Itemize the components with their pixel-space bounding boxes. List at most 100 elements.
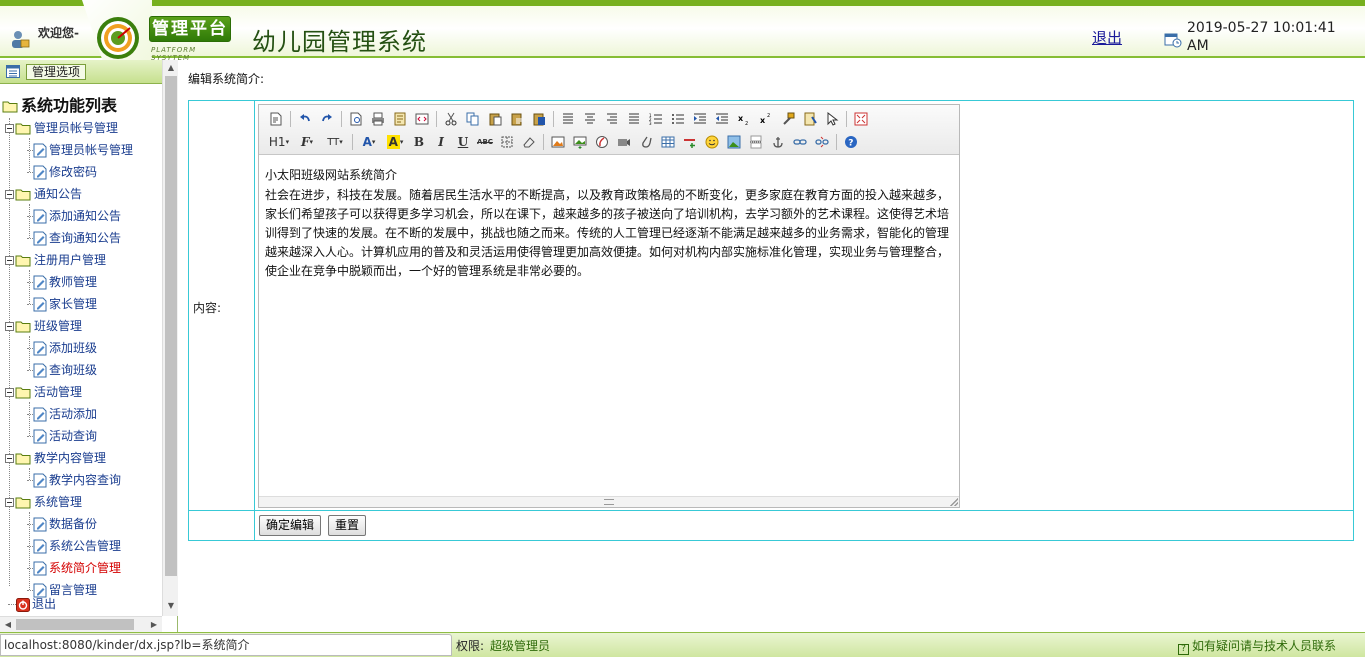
emoticon-icon[interactable] [701,132,723,152]
subscript-icon[interactable]: x2 [733,109,755,129]
sidebar-item[interactable]: 家长管理 [27,294,97,314]
collapse-icon[interactable] [5,388,14,397]
sidebar-group[interactable]: 教学内容管理 [5,448,106,468]
collapse-icon[interactable] [5,124,14,133]
border-icon[interactable] [496,132,518,152]
collapse-icon[interactable] [5,498,14,507]
code-icon[interactable] [411,109,433,129]
superscript-icon[interactable]: x2 [755,109,777,129]
user-icon [12,31,30,48]
sidebar-item[interactable]: 系统公告管理 [27,536,121,556]
scroll-left-icon[interactable]: ◀ [0,617,16,633]
sidebar-group[interactable]: 通知公告 [5,184,82,204]
permission-label: 权限: [456,639,485,653]
logout-link[interactable]: 退出 [1092,27,1122,48]
page-break-icon[interactable] [745,132,767,152]
align-left-icon[interactable] [557,109,579,129]
insert-media-icon[interactable] [613,132,635,152]
scroll-up-icon[interactable]: ▲ [163,60,179,76]
select-all-icon[interactable] [799,109,821,129]
align-center-icon[interactable] [579,109,601,129]
underline-button[interactable]: U [452,132,474,152]
paste-icon[interactable] [484,109,506,129]
strikethrough-button[interactable]: ABC [474,132,496,152]
sidebar-item[interactable]: 活动查询 [27,426,97,446]
copy-icon[interactable] [462,109,484,129]
sidebar-group[interactable]: 班级管理 [5,316,82,336]
scroll-down-icon[interactable]: ▼ [163,598,179,614]
font-size-button[interactable]: TT ▾ [321,132,349,152]
template-icon[interactable] [389,109,411,129]
sidebar-horizontal-scrollbar[interactable]: ◀ ▶ [0,616,162,632]
anchor-icon[interactable] [767,132,789,152]
image-manager-icon[interactable] [723,132,745,152]
fullscreen-icon[interactable] [850,109,872,129]
editor-content[interactable]: 小太阳班级网站系统简介 社会在进步，科技在发展。随着居民生活水平的不断提高，以及… [259,156,959,496]
sidebar-item-logout[interactable]: 退出 [8,594,56,614]
corner-resize-icon[interactable] [950,498,958,506]
editor-resize-bar[interactable] [259,496,959,507]
paste-word-icon[interactable] [528,109,550,129]
insert-flash-icon[interactable] [591,132,613,152]
scroll-right-icon[interactable]: ▶ [146,617,162,633]
sidebar-item[interactable]: 添加通知公告 [27,206,121,226]
insert-image-icon[interactable] [547,132,569,152]
svg-text:2: 2 [745,121,748,126]
sidebar-group[interactable]: 注册用户管理 [5,250,106,270]
options-label[interactable]: 管理选项 [26,64,87,80]
unlink-icon[interactable] [811,132,833,152]
sidebar-item[interactable]: 系统简介管理 [27,558,121,578]
resize-handle-icon[interactable] [604,499,614,505]
font-family-button[interactable]: F ▾ [293,132,321,152]
sidebar-item[interactable]: 添加班级 [27,338,97,358]
reset-button[interactable]: 重置 [328,515,367,536]
highlight-color-icon[interactable]: A ▾ [382,132,408,152]
italic-button[interactable]: I [430,132,452,152]
sidebar-group[interactable]: 系统管理 [5,492,82,512]
paste-text-icon[interactable] [506,109,528,129]
collapse-icon[interactable] [5,322,14,331]
insert-table-icon[interactable] [657,132,679,152]
attachment-icon[interactable] [635,132,657,152]
page-edit-icon [33,275,47,290]
sidebar-item[interactable]: 修改密码 [27,162,97,182]
help-icon[interactable]: ? [840,132,862,152]
bold-button[interactable]: B [408,132,430,152]
collapse-icon[interactable] [5,190,14,199]
sidebar-item[interactable]: 活动添加 [27,404,97,424]
align-right-icon[interactable] [601,109,623,129]
align-justify-icon[interactable] [623,109,645,129]
sidebar-item[interactable]: 查询班级 [27,360,97,380]
link-icon[interactable] [789,132,811,152]
collapse-icon[interactable] [5,256,14,265]
scrollbar-thumb[interactable] [165,76,177,576]
sidebar-group[interactable]: 管理员帐号管理 [5,118,118,138]
sidebar-item[interactable]: 数据备份 [27,514,97,534]
undo-icon[interactable] [294,109,316,129]
sidebar-group[interactable]: 活动管理 [5,382,82,402]
print-icon[interactable] [367,109,389,129]
redo-icon[interactable] [316,109,338,129]
indent-icon[interactable] [689,109,711,129]
sidebar-item[interactable]: 查询通知公告 [27,228,121,248]
source-code-icon[interactable] [265,109,287,129]
heading-button[interactable]: H1 ▾ [265,132,293,152]
sidebar-item[interactable]: 管理员帐号管理 [27,140,133,160]
sidebar-item[interactable]: 教师管理 [27,272,97,292]
ordered-list-icon[interactable]: 123 [645,109,667,129]
collapse-icon[interactable] [5,454,14,463]
font-color-icon[interactable]: A ▾ [356,132,382,152]
sidebar-vertical-scrollbar[interactable]: ▲ ▼ [162,60,178,616]
unordered-list-icon[interactable] [667,109,689,129]
insert-multi-image-icon[interactable] [569,132,591,152]
eraser-icon[interactable] [518,132,540,152]
horizontal-rule-icon[interactable] [679,132,701,152]
sidebar-item[interactable]: 教学内容查询 [27,470,121,490]
pointer-icon[interactable] [821,109,843,129]
cut-icon[interactable] [440,109,462,129]
preview-icon[interactable] [345,109,367,129]
confirm-edit-button[interactable]: 确定编辑 [259,515,322,536]
outdent-icon[interactable] [711,109,733,129]
scrollbar-thumb[interactable] [16,619,134,630]
format-painter-icon[interactable] [777,109,799,129]
